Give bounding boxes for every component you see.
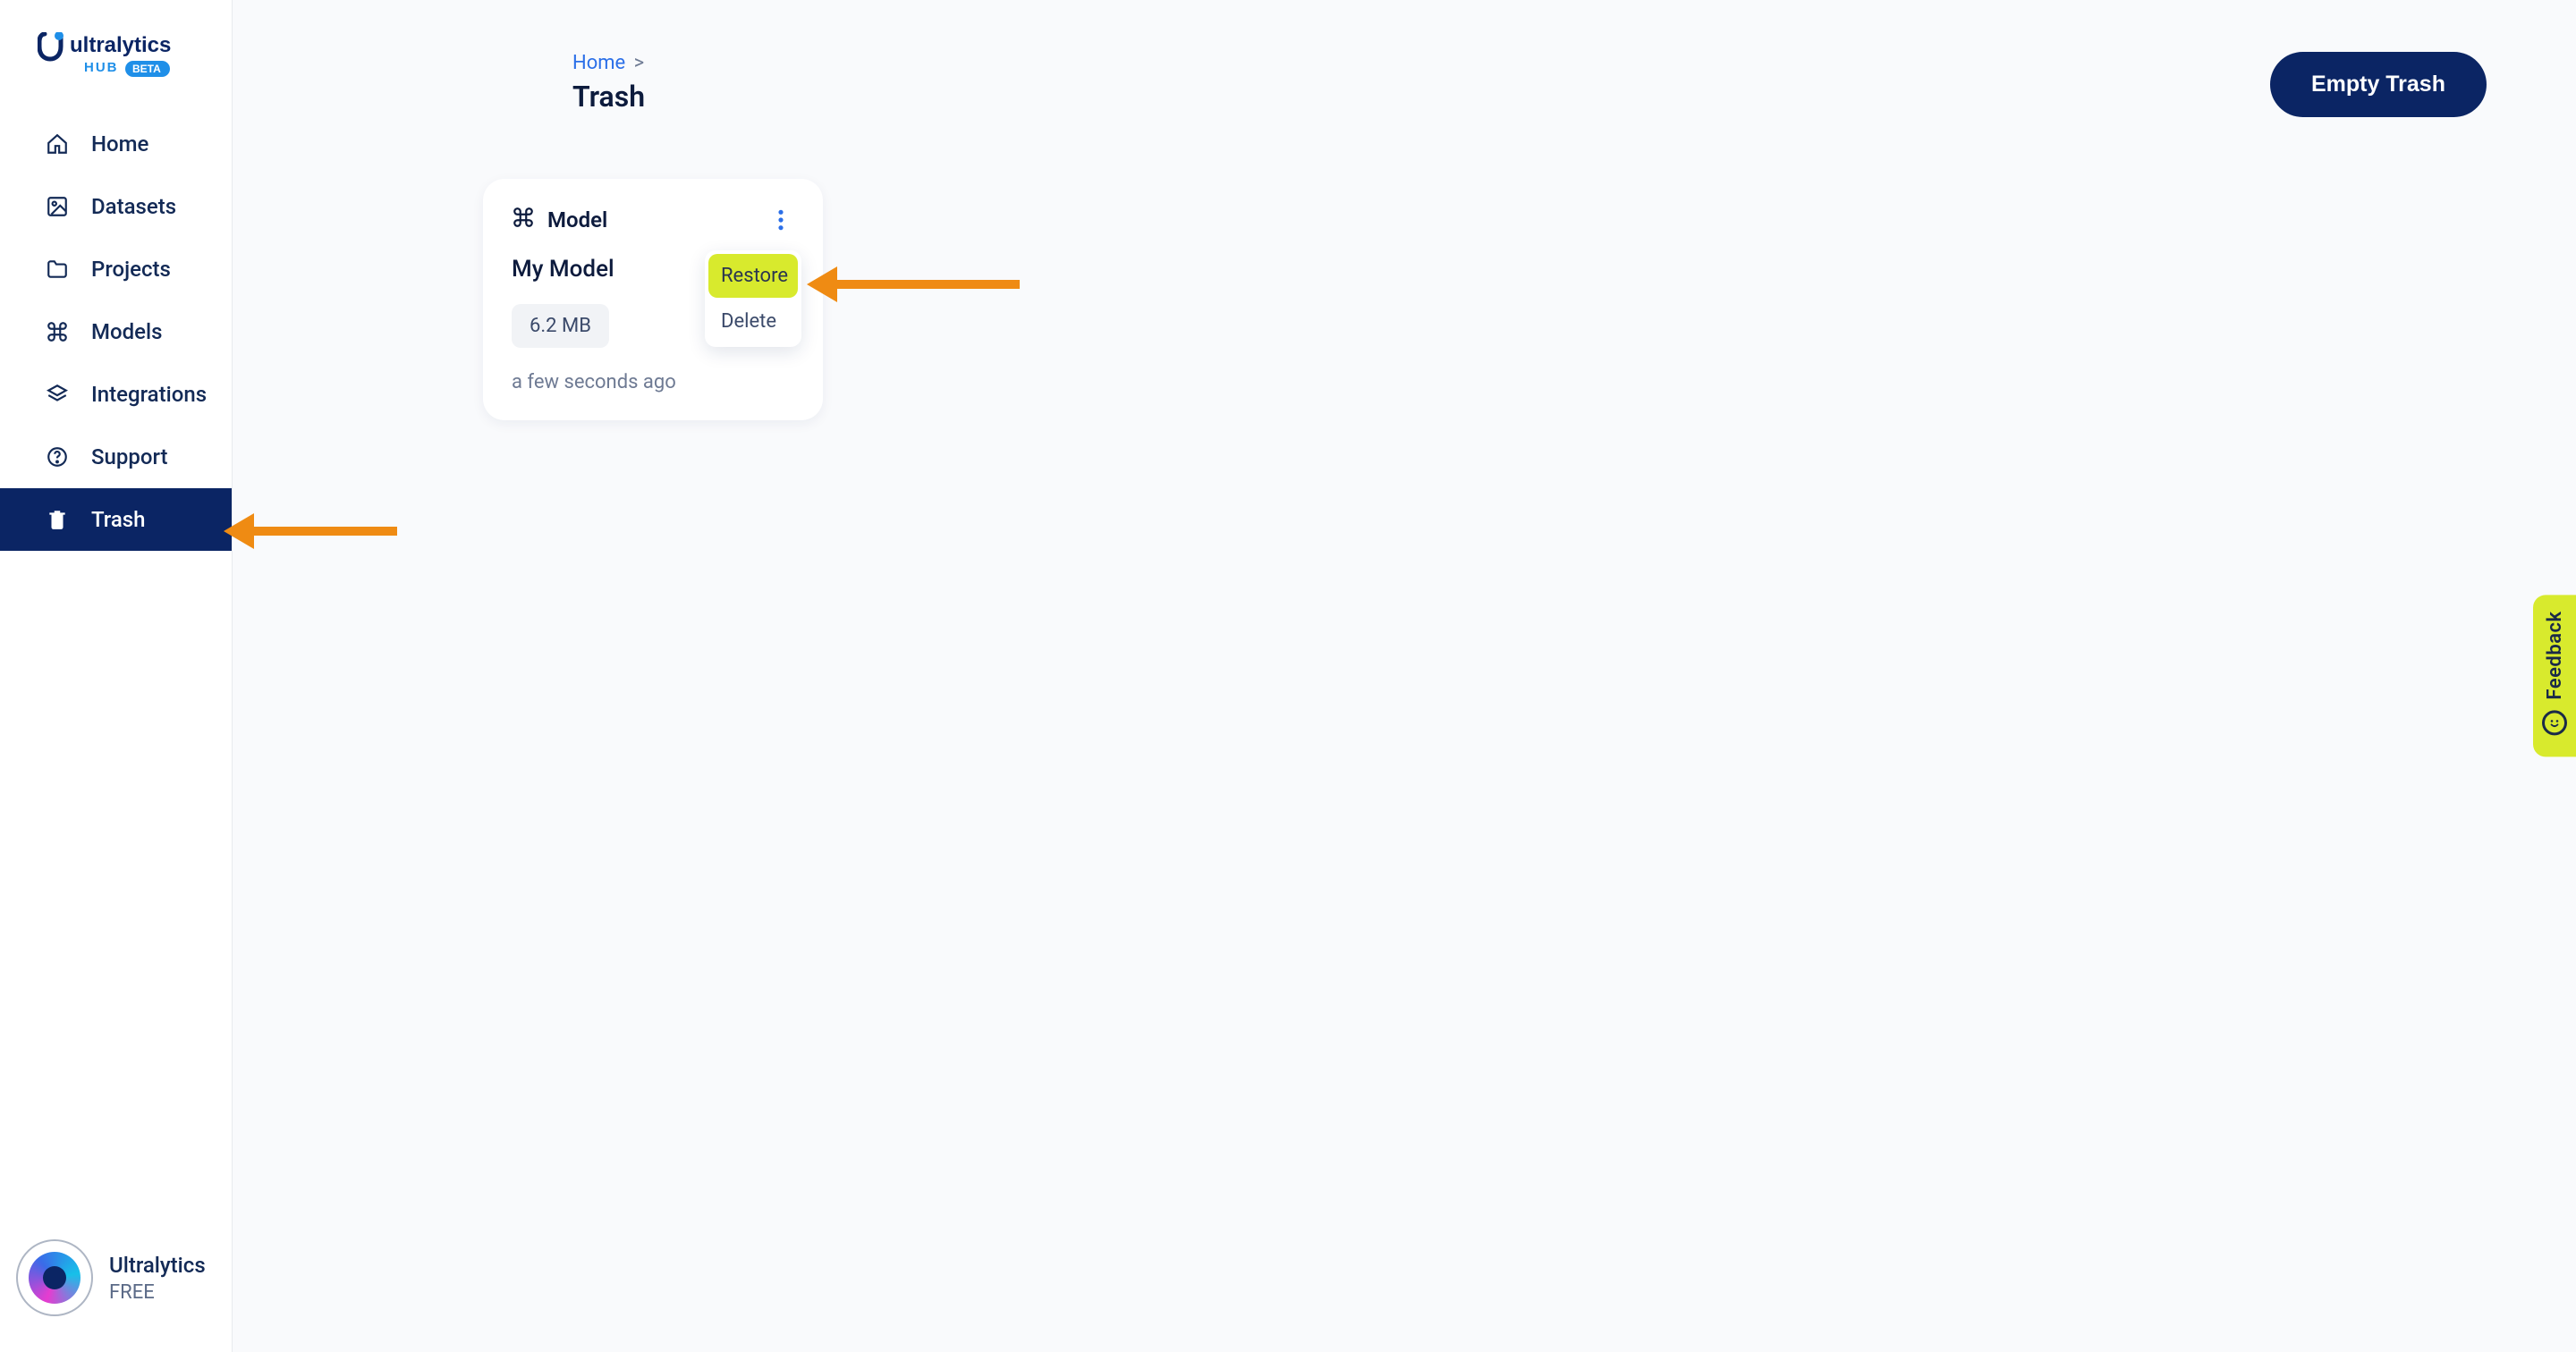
svg-text:HUB: HUB: [84, 60, 119, 75]
sidebar-item-projects[interactable]: Projects: [0, 238, 232, 300]
empty-trash-button[interactable]: Empty Trash: [2270, 52, 2487, 117]
page-title: Trash: [572, 80, 645, 114]
sidebar-item-label: Home: [91, 131, 148, 156]
header: Home > Trash Empty Trash: [322, 52, 2487, 117]
user-plan: FREE: [109, 1281, 206, 1304]
card-type: Model: [512, 206, 607, 234]
breadcrumb-root[interactable]: Home: [572, 52, 625, 74]
trash-icon: [45, 507, 70, 532]
avatar: [16, 1239, 93, 1316]
dropdown-delete[interactable]: Delete: [705, 301, 801, 347]
command-icon: [45, 319, 70, 344]
annotation-arrow-trash: [224, 513, 397, 549]
feedback-label: Feedback: [2544, 611, 2566, 699]
svg-text:BETA: BETA: [132, 63, 161, 75]
card-type-label: Model: [547, 207, 607, 232]
home-icon: [45, 131, 70, 156]
card-dropdown: Restore Delete: [705, 250, 801, 347]
sidebar-item-home[interactable]: Home: [0, 113, 232, 175]
sidebar-item-datasets[interactable]: Datasets: [0, 175, 232, 238]
sidebar-item-label: Trash: [91, 507, 145, 532]
sidebar-item-integrations[interactable]: Integrations: [0, 363, 232, 426]
sidebar-item-label: Models: [91, 319, 162, 344]
card-time: a few seconds ago: [512, 371, 794, 393]
feedback-tab[interactable]: Feedback: [2533, 595, 2576, 756]
sidebar-item-trash[interactable]: Trash: [0, 488, 232, 551]
user-name: Ultralytics: [109, 1253, 206, 1278]
dropdown-restore[interactable]: Restore: [708, 254, 798, 298]
brand-logo[interactable]: ultralytics HUB BETA: [0, 0, 232, 113]
sidebar-item-support[interactable]: Support: [0, 426, 232, 488]
user-card[interactable]: Ultralytics FREE: [0, 1221, 232, 1352]
folder-icon: [45, 257, 70, 282]
user-text: Ultralytics FREE: [109, 1253, 206, 1304]
image-icon: [45, 194, 70, 219]
card-size-pill: 6.2 MB: [512, 304, 609, 348]
sidebar-item-label: Datasets: [91, 194, 176, 219]
command-icon: [512, 206, 535, 234]
help-circle-icon: [45, 444, 70, 469]
svg-text:ultralytics: ultralytics: [70, 33, 171, 57]
smile-icon: [2542, 711, 2567, 736]
sidebar-item-label: Integrations: [91, 382, 207, 407]
annotation-arrow-restore: [807, 266, 1020, 302]
sidebar-item-models[interactable]: Models: [0, 300, 232, 363]
sidebar: ultralytics HUB BETA Home Datasets Proje…: [0, 0, 233, 1352]
sidebar-item-label: Projects: [91, 257, 171, 282]
breadcrumb[interactable]: Home >: [572, 52, 645, 74]
sidebar-item-label: Support: [91, 444, 168, 469]
card-menu-button[interactable]: [767, 207, 794, 233]
sidebar-nav: Home Datasets Projects Models Integratio: [0, 113, 232, 1221]
layers-icon: [45, 382, 70, 407]
breadcrumb-sep: >: [634, 52, 645, 74]
dots-vertical-icon: [777, 208, 784, 232]
